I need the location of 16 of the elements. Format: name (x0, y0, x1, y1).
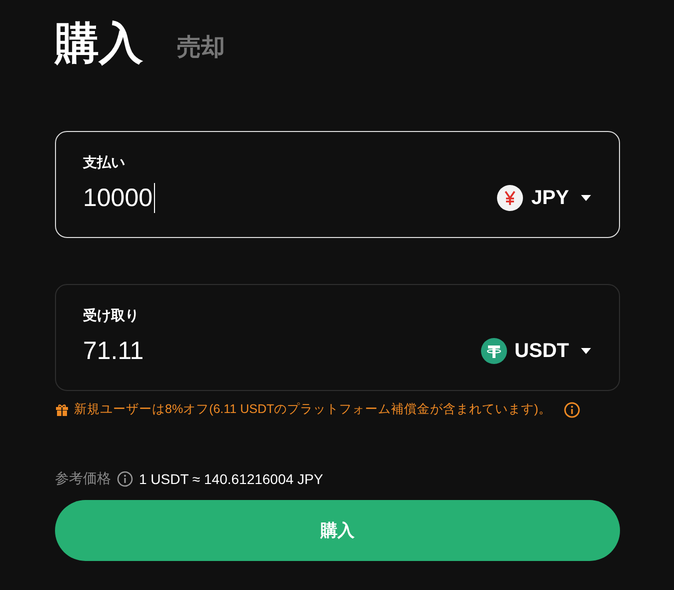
exchange-rate: 1 USDT ≈ 140.61216004 JPY (139, 471, 324, 487)
field-label: 受け取り (83, 307, 140, 323)
reference-price-label: 参考価格 (55, 470, 111, 488)
tab[interactable]: 購入 (55, 22, 143, 66)
info-icon[interactable] (564, 402, 580, 418)
currency-selector[interactable]: USDT (480, 338, 591, 364)
caret-icon (581, 348, 591, 354)
tab[interactable]: 売却 (177, 36, 225, 60)
currency-selector[interactable]: JPY (497, 185, 591, 211)
promo-text: 新規ユーザーは8%オフ(6.11 USDTのプラットフォーム補償金が含まれています)。 (74, 401, 552, 418)
amount-input[interactable]: 10000 (83, 183, 155, 213)
amount-input[interactable]: 71.11 (83, 336, 145, 366)
caret-icon (581, 195, 591, 201)
field-label: 支払い (83, 154, 126, 170)
gift-icon (55, 402, 69, 416)
info-icon[interactable] (117, 471, 133, 487)
